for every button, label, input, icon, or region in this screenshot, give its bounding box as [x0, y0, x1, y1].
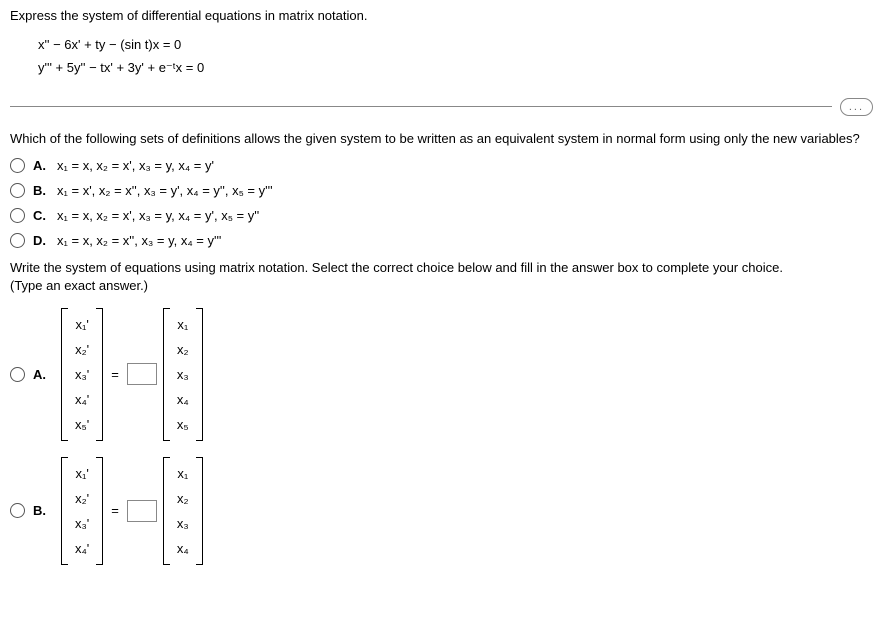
- choice-d-row[interactable]: D. x₁ = x, x₂ = x'', x₃ = y, x₄ = y''': [10, 233, 873, 248]
- ellipsis-button[interactable]: ...: [840, 98, 873, 116]
- matrix-cell: x₃': [71, 511, 93, 536]
- matrix-choice-a[interactable]: A. x₁' x₂' x₃' x₄' x₅' = x₁ x₂ x₃ x₄ x₅: [10, 308, 873, 441]
- radio-d[interactable]: [10, 233, 25, 248]
- radio-a[interactable]: [10, 158, 25, 173]
- type-note: (Type an exact answer.): [10, 278, 873, 293]
- matrix-cell: x₁': [71, 312, 93, 337]
- choice-a-row[interactable]: A. x₁ = x, x₂ = x', x₃ = y, x₄ = y': [10, 158, 873, 173]
- matrix-a-left: x₁' x₂' x₃' x₄' x₅': [61, 308, 103, 441]
- matrix-cell: x₄': [71, 387, 93, 412]
- system-equations: x'' − 6x' + ty − (sin t)x = 0 y''' + 5y'…: [38, 33, 873, 80]
- choice-a-label: A.: [33, 158, 51, 173]
- matrix-a-label: A.: [33, 367, 51, 382]
- matrix-cell: x₁': [71, 461, 93, 486]
- matrix-cell: x₅: [173, 412, 193, 437]
- matrix-cell: x₃': [71, 362, 93, 387]
- choice-d-label: D.: [33, 233, 51, 248]
- divider-row: ...: [10, 98, 873, 116]
- radio-c[interactable]: [10, 208, 25, 223]
- matrix-cell: x₁: [173, 312, 193, 337]
- radio-matrix-a[interactable]: [10, 367, 25, 382]
- choice-a-content: x₁ = x, x₂ = x', x₃ = y, x₄ = y': [57, 158, 214, 173]
- matrix-b-label: B.: [33, 503, 51, 518]
- matrix-cell: x₂: [173, 337, 193, 362]
- choice-d-content: x₁ = x, x₂ = x'', x₃ = y, x₄ = y''': [57, 233, 221, 248]
- matrix-a-input[interactable]: [127, 363, 157, 385]
- matrix-choice-b[interactable]: B. x₁' x₂' x₃' x₄' = x₁ x₂ x₃ x₄: [10, 457, 873, 565]
- choice-b-row[interactable]: B. x₁ = x', x₂ = x'', x₃ = y', x₄ = y'',…: [10, 183, 873, 198]
- matrix-cell: x₂: [173, 486, 193, 511]
- matrix-b-left: x₁' x₂' x₃' x₄': [61, 457, 103, 565]
- question-1-text: Which of the following sets of definitio…: [10, 131, 873, 146]
- matrix-cell: x₃: [173, 511, 193, 536]
- matrix-b-right: x₁ x₂ x₃ x₄: [163, 457, 203, 565]
- matrix-cell: x₂': [71, 486, 93, 511]
- matrix-b-input[interactable]: [127, 500, 157, 522]
- matrix-a-right: x₁ x₂ x₃ x₄ x₅: [163, 308, 203, 441]
- matrix-cell: x₄: [173, 387, 193, 412]
- choice-b-label: B.: [33, 183, 51, 198]
- matrix-cell: x₄': [71, 536, 93, 561]
- matrix-cell: x₁: [173, 461, 193, 486]
- choice-c-row[interactable]: C. x₁ = x, x₂ = x', x₃ = y, x₄ = y', x₅ …: [10, 208, 873, 223]
- equation-2: y''' + 5y'' − tx' + 3y' + e⁻ᵗx = 0: [38, 56, 873, 79]
- matrix-cell: x₅': [71, 412, 93, 437]
- radio-b[interactable]: [10, 183, 25, 198]
- choice-c-label: C.: [33, 208, 51, 223]
- divider-line: [10, 106, 832, 107]
- equation-1: x'' − 6x' + ty − (sin t)x = 0: [38, 33, 873, 56]
- question-title: Express the system of differential equat…: [10, 8, 873, 23]
- radio-matrix-b[interactable]: [10, 503, 25, 518]
- equals-sign: =: [111, 503, 119, 518]
- choice-c-content: x₁ = x, x₂ = x', x₃ = y, x₄ = y', x₅ = y…: [57, 208, 259, 223]
- equals-sign: =: [111, 367, 119, 382]
- matrix-cell: x₃: [173, 362, 193, 387]
- question-2-text: Write the system of equations using matr…: [10, 260, 873, 275]
- choice-b-content: x₁ = x', x₂ = x'', x₃ = y', x₄ = y'', x₅…: [57, 183, 273, 198]
- matrix-cell: x₂': [71, 337, 93, 362]
- matrix-cell: x₄: [173, 536, 193, 561]
